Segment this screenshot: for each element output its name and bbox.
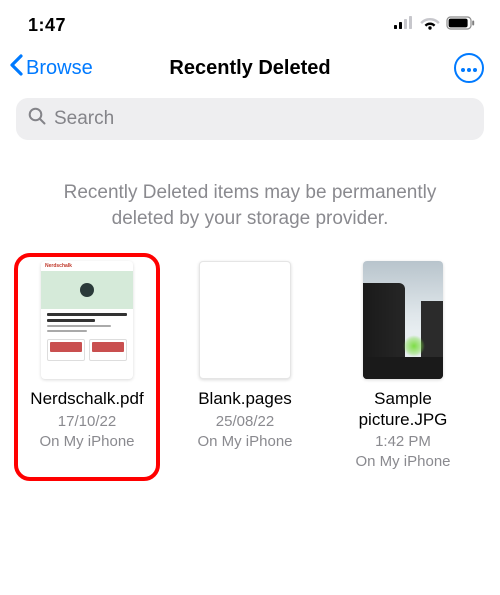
file-location: On My iPhone <box>39 432 134 452</box>
info-message: Recently Deleted items may be permanentl… <box>0 152 500 261</box>
search-placeholder: Search <box>54 108 114 130</box>
file-name: Blank.pages <box>198 389 292 409</box>
search-container: Search <box>0 92 500 152</box>
back-label: Browse <box>26 57 93 80</box>
file-date: 25/08/22 <box>216 412 274 432</box>
file-location: On My iPhone <box>355 452 450 472</box>
status-indicators <box>394 16 476 35</box>
chevron-left-icon <box>8 54 24 82</box>
file-thumbnail: Nerdschalk <box>41 261 133 379</box>
status-time: 1:47 <box>28 15 66 36</box>
files-grid: Nerdschalk Nerdschalk.pdf 17/10/22 On My… <box>0 261 500 472</box>
more-button[interactable] <box>454 53 484 83</box>
file-date: 17/10/22 <box>58 412 116 432</box>
navigation-bar: Browse Recently Deleted <box>0 44 500 92</box>
back-button[interactable]: Browse <box>8 54 93 82</box>
battery-icon <box>446 16 476 35</box>
file-item[interactable]: Blank.pages 25/08/22 On My iPhone <box>180 261 310 472</box>
search-input[interactable]: Search <box>16 98 484 140</box>
file-thumbnail <box>363 261 443 379</box>
cellular-icon <box>394 16 414 34</box>
file-date: 1:42 PM <box>375 432 431 452</box>
page-title: Recently Deleted <box>169 57 330 80</box>
file-item[interactable]: Sample picture.JPG 1:42 PM On My iPhone <box>338 261 468 472</box>
ellipsis-icon <box>461 59 477 77</box>
file-location: On My iPhone <box>197 432 292 452</box>
file-item[interactable]: Nerdschalk Nerdschalk.pdf 17/10/22 On My… <box>22 261 152 472</box>
wifi-icon <box>420 16 440 35</box>
file-name: Nerdschalk.pdf <box>30 389 143 409</box>
status-bar: 1:47 <box>0 0 500 44</box>
search-icon <box>28 107 46 131</box>
file-thumbnail <box>199 261 291 379</box>
file-name: Sample picture.JPG <box>338 389 468 430</box>
